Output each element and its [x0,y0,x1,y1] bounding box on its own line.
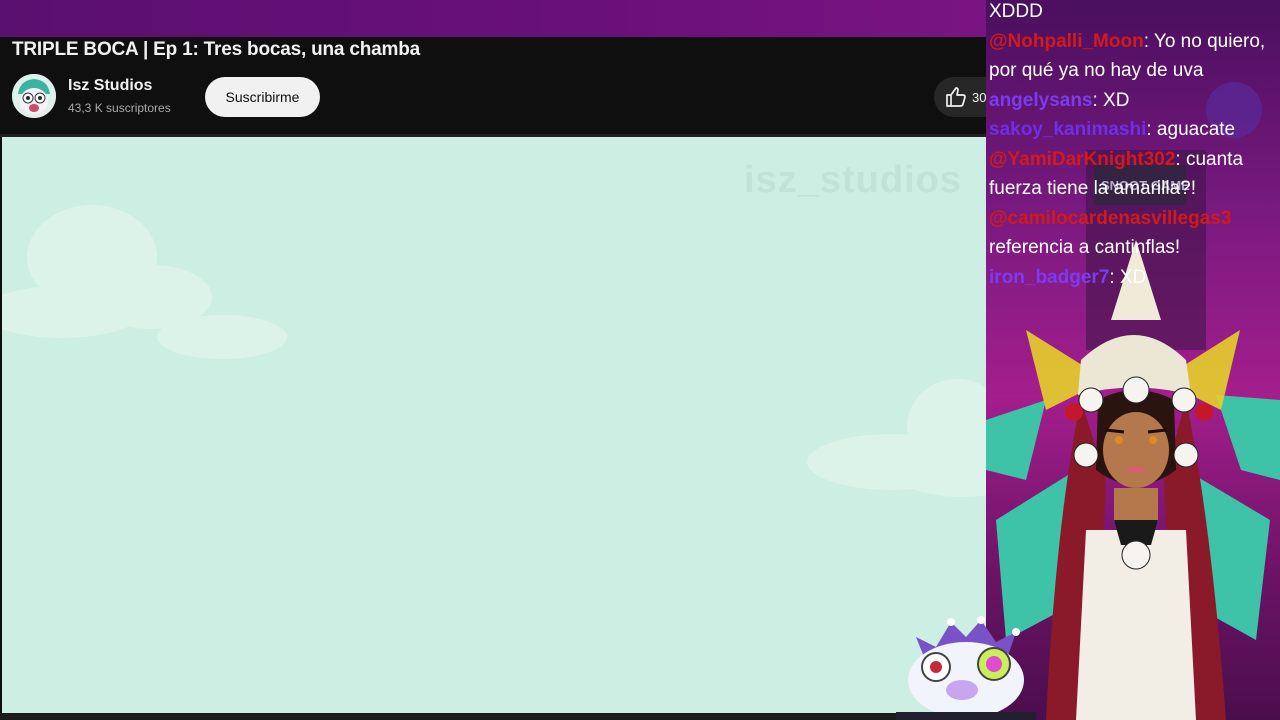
channel-avatar[interactable] [12,74,56,118]
chat-username: sakoy_kanimashi [989,119,1147,140]
like-button[interactable]: 30 [934,77,994,117]
video-player[interactable]: isz_studios [2,137,986,713]
subscribe-button[interactable]: Suscribirme [205,77,320,117]
chat-message: referencia a cantinflas! [989,233,1279,263]
chat-message-text: XDDD [989,1,1043,22]
channel-watermark: isz_studios [744,159,962,201]
chat-message: angelysans: XD [989,86,1279,116]
thumbs-up-icon [946,87,966,107]
subscriber-count: 43,3 K suscriptores [68,101,171,115]
chat-message: @camilocardenasvillegas3 [989,204,1279,234]
chat-username: @YamiDarKnight302 [989,148,1176,170]
chat-message: @YamiDarKnight302: cuanta fuerza tiene l… [989,145,1279,204]
stream-chat: XDDD @Nohpalli_Moon: Yo no quiero, por q… [989,0,1279,292]
cloud-background [2,205,986,497]
video-title: TRIPLE BOCA | Ep 1: Tres bocas, una cham… [12,39,420,60]
player-bottom-bar [0,713,986,720]
chat-message-text: : aguacate [1146,119,1236,140]
mascot-overlay-icon [896,616,1036,720]
chat-message: iron_badger7: XD [989,263,1279,293]
like-count: 30 [972,89,987,105]
chat-username: iron_badger7 [989,266,1110,288]
mascot-avatar-icon [12,74,56,118]
chat-message-text: : XD [1109,266,1147,288]
chat-username: @Nohpalli_Moon [989,30,1144,52]
chat-username: angelysans [989,89,1093,111]
youtube-panel: TRIPLE BOCA | Ep 1: Tres bocas, una cham… [0,37,994,720]
chat-message-text: referencia a cantinflas! [989,237,1181,258]
channel-name[interactable]: Isz Studios [68,77,152,95]
chat-username: @camilocardenasvillegas3 [989,207,1232,229]
chat-message: sakoy_kanimashi: aguacate [989,115,1279,145]
chat-message-text: : XD [1092,89,1130,111]
chat-message: @Nohpalli_Moon: Yo no quiero, por qué ya… [989,27,1279,86]
chat-message: XDDD [989,0,1279,27]
top-overlay-strip [0,0,986,37]
